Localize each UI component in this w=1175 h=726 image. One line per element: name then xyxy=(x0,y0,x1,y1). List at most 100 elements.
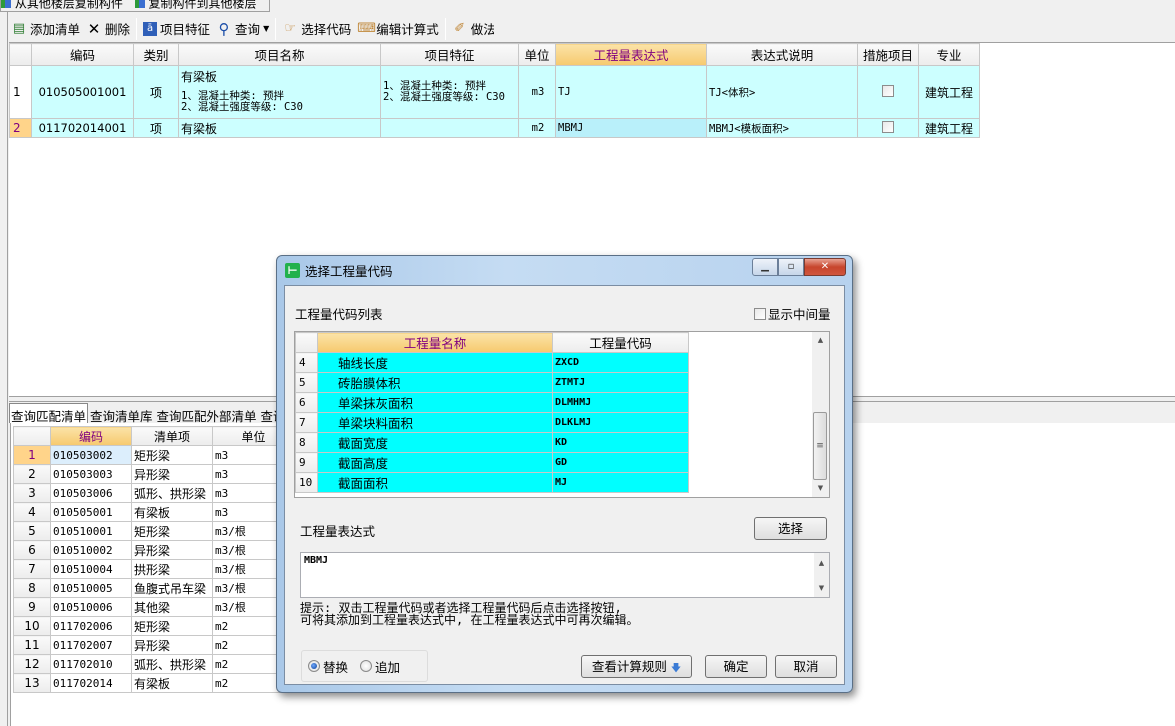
specialty-cell[interactable]: 建筑工程 xyxy=(918,118,980,138)
measure-cell[interactable] xyxy=(857,65,919,119)
code-cell[interactable]: 010510001 xyxy=(50,521,132,541)
row-number[interactable]: 5 xyxy=(295,372,318,393)
select-code-button[interactable]: ☞ 选择代码 xyxy=(279,17,354,41)
code-cell[interactable]: 010510002 xyxy=(50,540,132,560)
row-number[interactable]: 7 xyxy=(13,559,51,579)
close-button[interactable]: ✕ xyxy=(804,258,846,276)
delete-button[interactable]: ✕ 删除 xyxy=(83,17,133,41)
code-row[interactable]: 4 轴线长度 ZXCD xyxy=(295,352,689,373)
code-cell[interactable]: 010503003 xyxy=(50,464,132,484)
features-cell[interactable]: 1、混凝土种类: 预拌 2、混凝土强度等级: C30 xyxy=(380,65,519,119)
list-item-cell[interactable]: 矩形梁 xyxy=(131,521,213,541)
row-number[interactable]: 7 xyxy=(295,412,318,433)
row-number[interactable]: 1 xyxy=(13,445,51,465)
table-row[interactable]: 4 010505001 有梁板 m3 xyxy=(13,502,295,522)
quantity-code-cell[interactable]: KD xyxy=(552,432,689,453)
table-row[interactable]: 5 010510001 矩形梁 m3/根 xyxy=(13,521,295,541)
row-number[interactable]: 13 xyxy=(13,673,51,693)
name-cell[interactable]: 有梁板 xyxy=(178,118,381,138)
col-header-code[interactable]: 编码 xyxy=(50,426,132,446)
quantity-name-cell[interactable]: 截面面积 xyxy=(317,472,553,493)
expr-cell[interactable]: TJ xyxy=(555,65,707,119)
quantity-code-cell[interactable]: GD xyxy=(552,452,689,473)
scroll-up-icon[interactable]: ▲ xyxy=(812,332,829,349)
checkbox-box[interactable] xyxy=(754,307,766,320)
tab-query-list-library[interactable]: 查询清单库 xyxy=(88,404,155,423)
code-row[interactable]: 5 砖胎膜体积 ZTMTJ xyxy=(295,372,689,393)
add-list-button[interactable]: ▤ 添加清单 xyxy=(8,17,83,41)
code-row[interactable]: 6 单梁抹灰面积 DLMHMJ xyxy=(295,392,689,413)
unit-cell[interactable]: m3 xyxy=(518,65,556,119)
scroll-up-icon[interactable]: ▲ xyxy=(814,555,829,572)
code-row[interactable]: 7 单梁块料面积 DLKLMJ xyxy=(295,412,689,433)
table-row[interactable]: 6 010510002 异形梁 m3/根 xyxy=(13,540,295,560)
table-row[interactable]: 3 010503006 弧形、拱形梁 m3 xyxy=(13,483,295,503)
col-header-name[interactable]: 项目名称 xyxy=(178,43,381,66)
row-number[interactable]: 10 xyxy=(295,472,318,493)
row-number[interactable]: 6 xyxy=(13,540,51,560)
quantity-code-cell[interactable]: DLMHMJ xyxy=(552,392,689,413)
select-button[interactable]: 选择 xyxy=(754,517,827,540)
code-row[interactable]: 8 截面宽度 KD xyxy=(295,432,689,453)
expr-textarea[interactable]: MBMJ ▲ ▼ xyxy=(300,552,830,598)
row-number[interactable]: 2 xyxy=(9,118,32,138)
col-header-code[interactable]: 编码 xyxy=(31,43,134,66)
cancel-button[interactable]: 取消 xyxy=(775,655,837,678)
code-row[interactable]: 9 截面高度 GD xyxy=(295,452,689,473)
quantity-name-cell[interactable]: 单梁块料面积 xyxy=(317,412,553,433)
col-header-specialty[interactable]: 专业 xyxy=(918,43,980,66)
code-cell[interactable]: 011702006 xyxy=(50,616,132,636)
code-cell[interactable]: 010510006 xyxy=(50,597,132,617)
quantity-code-cell[interactable]: ZXCD xyxy=(552,352,689,373)
copy-to-floor-tab[interactable]: 复制构件到其他楼层 xyxy=(134,0,257,10)
row-number[interactable]: 5 xyxy=(13,521,51,541)
list-item-cell[interactable]: 异形梁 xyxy=(131,540,213,560)
row-number[interactable]: 6 xyxy=(295,392,318,413)
scroll-down-icon[interactable]: ▼ xyxy=(814,580,829,597)
table-row[interactable]: 12 011702010 弧形、拱形梁 m2 xyxy=(13,654,295,674)
maximize-button[interactable]: ▫ xyxy=(778,258,804,276)
code-cell[interactable]: 010505001001 xyxy=(31,65,134,119)
col-header-expr-desc[interactable]: 表达式说明 xyxy=(706,43,858,66)
scroll-down-icon[interactable]: ▼ xyxy=(812,480,829,497)
row-number[interactable]: 10 xyxy=(13,616,51,636)
unit-cell[interactable]: m2 xyxy=(518,118,556,138)
list-item-cell[interactable]: 弧形、拱形梁 xyxy=(131,654,213,674)
list-item-cell[interactable]: 其他梁 xyxy=(131,597,213,617)
expr-cell[interactable]: MBMJ xyxy=(555,118,707,138)
quantity-name-cell[interactable]: 截面宽度 xyxy=(317,432,553,453)
minimize-button[interactable]: ▁ xyxy=(752,258,778,276)
code-cell[interactable]: 011702010 xyxy=(50,654,132,674)
view-calc-rules-button[interactable]: 查看计算规则 🡇 xyxy=(581,655,692,678)
quantity-name-cell[interactable]: 截面高度 xyxy=(317,452,553,473)
code-cell[interactable]: 011702007 xyxy=(50,635,132,655)
type-cell[interactable]: 项 xyxy=(133,118,179,138)
measure-checkbox[interactable] xyxy=(882,84,894,97)
edit-formula-button[interactable]: ⌨ 编辑计算式 xyxy=(354,17,442,41)
list-item-cell[interactable]: 有梁板 xyxy=(131,673,213,693)
show-intermediate-checkbox[interactable]: 显示中间量 xyxy=(754,304,831,323)
table-row[interactable]: 7 010510004 拱形梁 m3/根 xyxy=(13,559,295,579)
name-cell[interactable]: 有梁板 1、混凝土种类: 预拌 2、混凝土强度等级: C30 xyxy=(178,65,381,119)
code-cell[interactable]: 010503002 xyxy=(50,445,132,465)
col-header-unit[interactable]: 单位 xyxy=(518,43,556,66)
table-row[interactable]: 2 011702014001 项 有梁板 m2 MBMJ MBMJ<模板面积> … xyxy=(9,118,980,138)
list-item-cell[interactable]: 异形梁 xyxy=(131,635,213,655)
item-features-button[interactable]: ā 项目特征 xyxy=(140,17,213,41)
query-button[interactable]: ⚲ 查询 ▼ xyxy=(213,17,272,41)
col-header-expr[interactable]: 工程量表达式 xyxy=(555,43,707,66)
append-radio[interactable]: 追加 xyxy=(360,657,400,676)
scroll-thumb[interactable]: ≡ xyxy=(813,412,827,480)
row-number[interactable]: 9 xyxy=(295,452,318,473)
code-row[interactable]: 10 截面面积 MJ xyxy=(295,472,689,493)
list-item-cell[interactable]: 矩形梁 xyxy=(131,616,213,636)
row-number[interactable]: 1 xyxy=(9,65,32,119)
ok-button[interactable]: 确定 xyxy=(705,655,767,678)
measure-cell[interactable] xyxy=(857,118,919,138)
col-header-measure[interactable]: 措施项目 xyxy=(857,43,919,66)
row-number[interactable]: 4 xyxy=(295,352,318,373)
row-number[interactable]: 4 xyxy=(13,502,51,522)
tab-query-matching-list[interactable]: 查询匹配清单 xyxy=(9,403,89,423)
col-header-list-item[interactable]: 清单项 xyxy=(131,426,213,446)
row-number[interactable]: 8 xyxy=(295,432,318,453)
